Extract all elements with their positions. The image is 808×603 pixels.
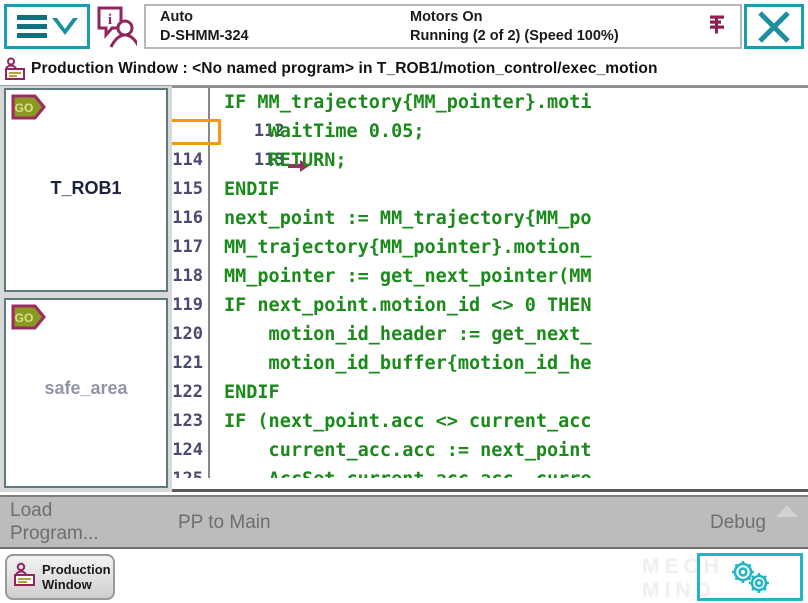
mode-column: Auto D-SHMM-324 bbox=[160, 9, 410, 44]
line-number: 121 bbox=[172, 349, 208, 378]
line-number-gutter: 112 113 114 115 116 117 118 119 120 121 … bbox=[172, 88, 210, 492]
line-number: 116 bbox=[172, 204, 208, 233]
code-line[interactable]: WaitTime 0.05; bbox=[212, 117, 808, 146]
debug-button[interactable]: Debug bbox=[710, 511, 766, 534]
task-name-label: T_ROB1 bbox=[6, 178, 166, 199]
top-status-bar: i Auto D-SHMM-324 Motors On Running (2 o… bbox=[0, 0, 808, 53]
code-line[interactable]: RETURN; bbox=[212, 146, 808, 175]
close-button[interactable] bbox=[744, 4, 804, 49]
close-icon bbox=[755, 8, 793, 46]
line-number: 119 bbox=[172, 291, 208, 320]
action-bar: Load Program... PP to Main Debug bbox=[0, 495, 808, 547]
task-name-label: safe_area bbox=[6, 378, 166, 399]
code-editor-footer bbox=[172, 478, 808, 492]
motor-column: Motors On Running (2 of 2) (Speed 100%) bbox=[410, 9, 710, 44]
chevron-down-icon bbox=[52, 18, 78, 35]
code-line[interactable]: MM_trajectory{MM_pointer}.motion_ bbox=[212, 233, 808, 262]
operating-mode: Auto bbox=[160, 9, 410, 25]
gears-icon bbox=[722, 557, 778, 597]
pp-to-main-button[interactable]: PP to Main bbox=[178, 511, 271, 534]
go-badge-icon: GO bbox=[11, 304, 47, 335]
task-panel-trob1[interactable]: GO T_ROB1 bbox=[4, 88, 168, 292]
svg-text:GO: GO bbox=[15, 311, 34, 325]
code-line[interactable]: MM_pointer := get_next_pointer(MM bbox=[212, 262, 808, 291]
settings-button[interactable] bbox=[697, 553, 803, 601]
operator-info-icon: i bbox=[95, 5, 137, 49]
code-line[interactable]: IF next_point.motion_id <> 0 THEN bbox=[212, 291, 808, 320]
svg-text:i: i bbox=[108, 12, 112, 28]
code-line[interactable]: motion_id_buffer{motion_id_he bbox=[212, 349, 808, 378]
code-line[interactable]: next_point := MM_trajectory{MM_po bbox=[212, 204, 808, 233]
line-number: 118 bbox=[172, 262, 208, 291]
line-number: 124 bbox=[172, 436, 208, 465]
line-number: 122 bbox=[172, 378, 208, 407]
taskbar-button-label: Production Window bbox=[42, 562, 111, 592]
production-window-icon bbox=[4, 57, 26, 81]
line-number: 112 bbox=[172, 88, 208, 117]
taskbar: Production Window MECH MIND bbox=[0, 547, 808, 603]
production-window-icon bbox=[13, 562, 37, 593]
code-line[interactable]: IF MM_trajectory{MM_pointer}.moti bbox=[212, 88, 808, 117]
svg-text:GO: GO bbox=[15, 101, 34, 115]
line-number: 114 bbox=[172, 146, 208, 175]
line-number: 115 bbox=[172, 175, 208, 204]
motors-state: Motors On bbox=[410, 9, 710, 25]
hamburger-menu-icon bbox=[17, 15, 47, 38]
code-line[interactable]: motion_id_header := get_next_ bbox=[212, 320, 808, 349]
code-line[interactable]: current_acc.acc := next_point bbox=[212, 436, 808, 465]
code-lines[interactable]: IF MM_trajectory{MM_pointer}.moti WaitTi… bbox=[212, 88, 808, 492]
speed-flag-icon bbox=[708, 13, 726, 40]
line-number: 117 bbox=[172, 233, 208, 262]
controller-status-panel: Auto D-SHMM-324 Motors On Running (2 of … bbox=[144, 4, 742, 49]
go-badge-icon: GO bbox=[11, 94, 47, 125]
load-program-button[interactable]: Load Program... bbox=[10, 499, 99, 545]
line-number: 120 bbox=[172, 320, 208, 349]
taskbar-production-window-button[interactable]: Production Window bbox=[5, 554, 115, 600]
line-number-pp: 113 bbox=[172, 117, 208, 146]
run-state: Running (2 of 2) (Speed 100%) bbox=[410, 28, 710, 44]
operator-info-button[interactable]: i bbox=[90, 0, 142, 53]
task-panel-column: GO T_ROB1 GO safe_area bbox=[0, 86, 172, 492]
code-editor[interactable]: 112 113 114 115 116 117 118 119 120 121 … bbox=[172, 86, 808, 492]
controller-name: D-SHMM-324 bbox=[160, 28, 410, 44]
line-number: 123 bbox=[172, 407, 208, 436]
code-line[interactable]: ENDIF bbox=[212, 175, 808, 204]
up-triangle-icon[interactable] bbox=[776, 505, 798, 517]
main-area: GO T_ROB1 GO safe_area 112 113 bbox=[0, 86, 808, 492]
code-line[interactable]: ENDIF bbox=[212, 378, 808, 407]
breadcrumb: Production Window : <No named program> i… bbox=[0, 53, 808, 86]
page-title: Production Window : <No named program> i… bbox=[31, 60, 658, 78]
main-menu-button[interactable] bbox=[4, 4, 90, 49]
code-line[interactable]: IF (next_point.acc <> current_acc bbox=[212, 407, 808, 436]
task-panel-safe-area[interactable]: GO safe_area bbox=[4, 298, 168, 488]
